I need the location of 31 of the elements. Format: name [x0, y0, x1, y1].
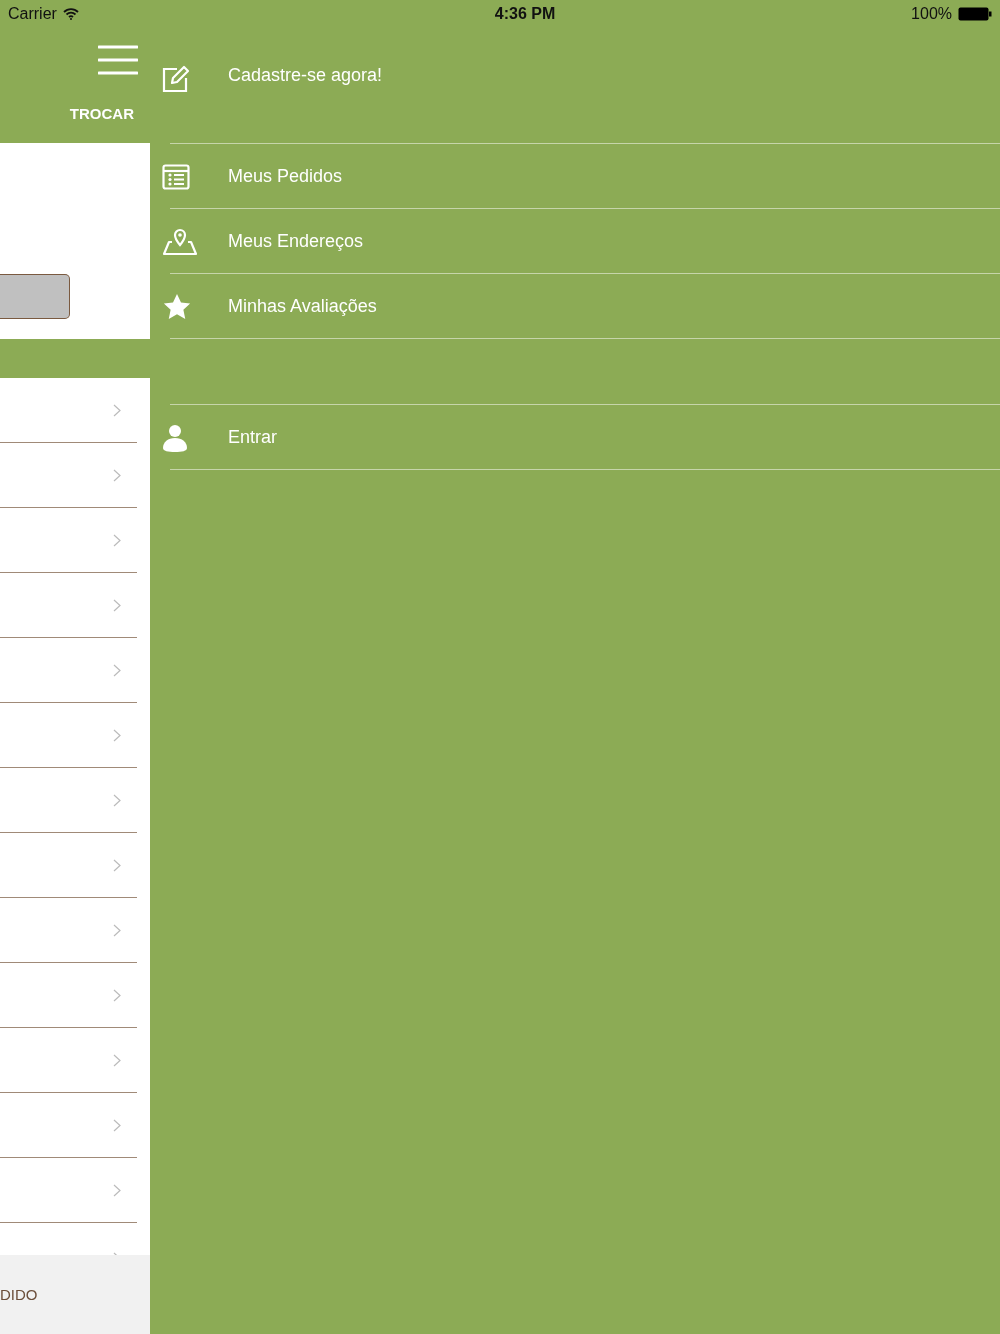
switch-button[interactable]: TROCAR: [69, 105, 138, 122]
wifi-icon: [62, 8, 79, 20]
menu-item[interactable]: Meus Endereços: [150, 209, 1000, 274]
edit-icon: [162, 65, 190, 93]
chevron-icon: [113, 1118, 121, 1132]
chevron-icon: [113, 533, 121, 547]
map-pin-icon: [162, 227, 198, 256]
battery-percent: 100%: [911, 5, 952, 23]
list-icon: [162, 163, 190, 190]
chevron-icon: [113, 793, 121, 807]
menu-item[interactable]: Cadastre-se agora!: [150, 28, 1000, 144]
chevron-icon: [113, 468, 121, 482]
partial-button[interactable]: [0, 274, 70, 319]
menu-icon[interactable]: [98, 45, 138, 75]
person-icon: [162, 423, 188, 452]
chevron-icon: [113, 988, 121, 1002]
battery-icon: [958, 7, 992, 21]
chevron-icon: [113, 1183, 121, 1197]
chevron-icon: [113, 598, 121, 612]
menu-item[interactable]: Meus Pedidos: [150, 144, 1000, 209]
menu-item[interactable]: Minhas Avaliações: [150, 274, 1000, 339]
chevron-icon: [113, 403, 121, 417]
chevron-icon: [113, 1053, 121, 1067]
chevron-icon: [113, 663, 121, 677]
chevron-icon: [113, 923, 121, 937]
menu-item[interactable]: Entrar: [150, 405, 1000, 470]
chevron-icon: [113, 858, 121, 872]
chevron-icon: [113, 728, 121, 742]
footer-label[interactable]: DIDO: [0, 1286, 38, 1303]
clock-time: 4:36 PM: [494, 5, 556, 23]
carrier-label: Carrier: [8, 5, 57, 23]
